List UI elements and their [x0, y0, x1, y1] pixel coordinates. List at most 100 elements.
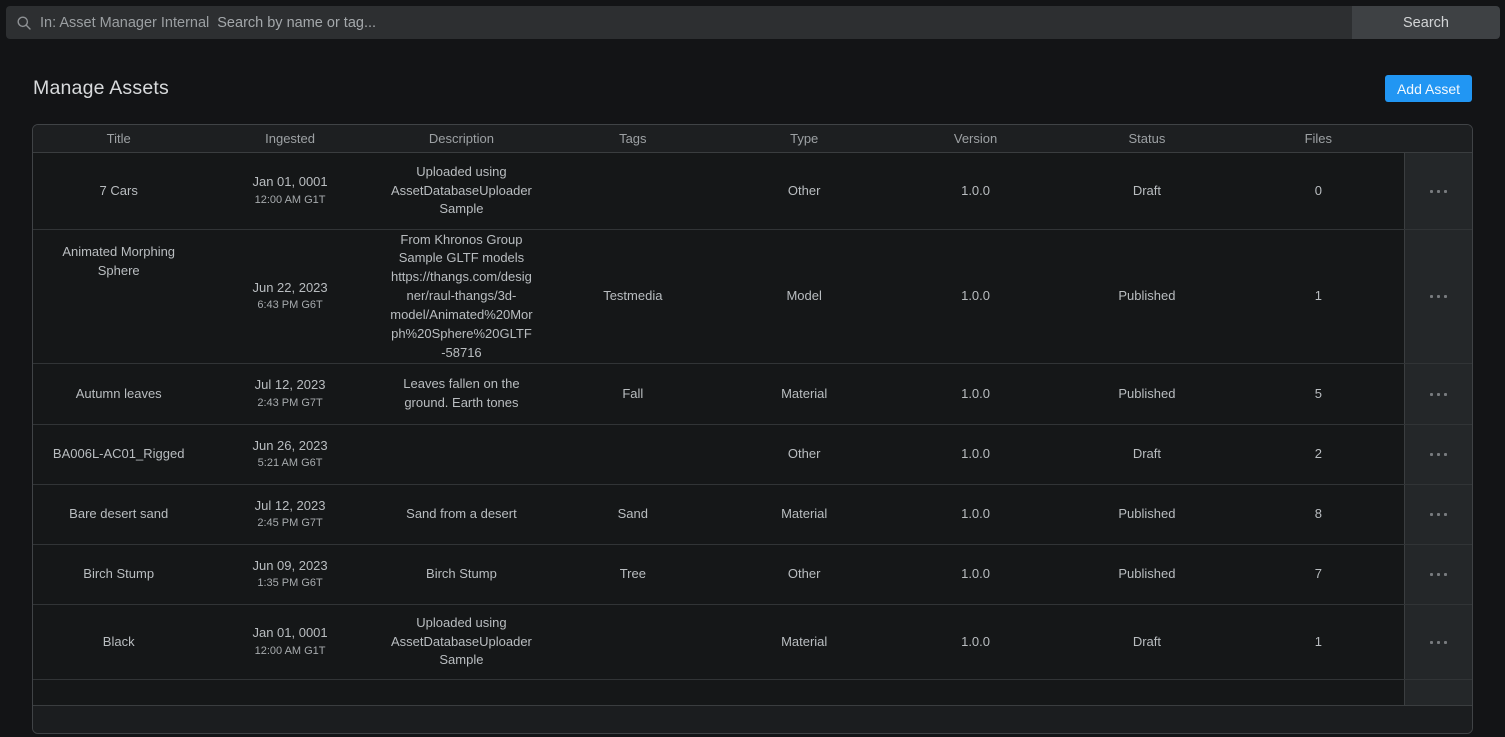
cell-ingested: Jun 22, 2023 6:43 PM G6T — [204, 230, 375, 363]
cell-files: 7 — [1233, 545, 1404, 604]
cell-type: Other — [719, 545, 890, 604]
table-body: 7 Cars Jan 01, 0001 12:00 AM G1T Uploade… — [33, 153, 1472, 705]
cell-ingested: Jul 12, 2023 2:45 PM G7T — [204, 485, 375, 544]
column-header: Ingested — [204, 125, 375, 152]
table-row[interactable]: Black Jan 01, 0001 12:00 AM G1T Uploaded… — [33, 605, 1472, 680]
cell-type: Material — [719, 605, 890, 679]
row-actions-button[interactable] — [1405, 230, 1472, 363]
cell-version — [890, 680, 1061, 705]
ingested-date: Jan 01, 0001 — [252, 624, 327, 643]
cell-title: Bare desert sand — [33, 485, 204, 544]
search-icon — [16, 15, 32, 31]
cell-type: Model — [719, 230, 890, 363]
cell-actions — [1404, 230, 1472, 363]
cell-files: 1 — [1233, 230, 1404, 363]
cell-ingested — [204, 680, 375, 705]
ingested-time: 2:45 PM G7T — [257, 516, 322, 532]
ingested-time: 6:43 PM G6T — [257, 298, 322, 314]
cell-status: Draft — [1061, 425, 1232, 484]
table-row[interactable]: Animated Morphing Sphere Jun 22, 2023 6:… — [33, 230, 1472, 364]
cell-tags — [547, 605, 718, 679]
column-header: Description — [376, 125, 547, 152]
cell-version: 1.0.0 — [890, 605, 1061, 679]
cell-title: Birch Stump — [33, 545, 204, 604]
table-row[interactable]: Uploaded using — [33, 680, 1472, 705]
table-footer — [33, 705, 1472, 733]
cell-description: Uploaded using AssetDatabaseUploaderSamp… — [376, 153, 547, 229]
cell-description: Uploaded using — [376, 680, 547, 705]
cell-title — [33, 680, 204, 705]
cell-actions — [1404, 153, 1472, 229]
table-row[interactable]: BA006L-AC01_Rigged Jun 26, 2023 5:21 AM … — [33, 425, 1472, 485]
search-box[interactable]: In: Asset Manager Internal — [6, 6, 1352, 39]
cell-tags — [547, 680, 718, 705]
column-header: Title — [33, 125, 204, 152]
cell-status: Published — [1061, 364, 1232, 424]
ellipsis-icon — [1430, 453, 1447, 456]
cell-tags: Tree — [547, 545, 718, 604]
cell-version: 1.0.0 — [890, 425, 1061, 484]
cell-title: BA006L-AC01_Rigged — [33, 425, 204, 484]
cell-ingested: Jun 09, 2023 1:35 PM G6T — [204, 545, 375, 604]
cell-actions — [1404, 364, 1472, 424]
cell-description: Uploaded using AssetDatabaseUploaderSamp… — [376, 605, 547, 679]
cell-title: Animated Morphing Sphere — [33, 230, 204, 363]
cell-description: Birch Stump — [376, 545, 547, 604]
cell-type: Other — [719, 425, 890, 484]
cell-version: 1.0.0 — [890, 153, 1061, 229]
column-header: Type — [719, 125, 890, 152]
row-actions-button[interactable] — [1405, 545, 1472, 604]
table-row[interactable]: 7 Cars Jan 01, 0001 12:00 AM G1T Uploade… — [33, 153, 1472, 230]
column-header: Version — [890, 125, 1061, 152]
cell-type: Other — [719, 153, 890, 229]
page-header: Manage Assets Add Asset — [0, 75, 1505, 102]
assets-table: Title Ingested Description Tags Type Ver… — [32, 124, 1473, 734]
search-button[interactable]: Search — [1352, 6, 1500, 39]
cell-version: 1.0.0 — [890, 364, 1061, 424]
cell-files: 8 — [1233, 485, 1404, 544]
ingested-date: Jun 09, 2023 — [252, 557, 327, 576]
cell-files: 5 — [1233, 364, 1404, 424]
row-actions-button[interactable] — [1405, 364, 1472, 424]
cell-tags: Fall — [547, 364, 718, 424]
row-actions-button[interactable] — [1405, 153, 1472, 229]
row-actions-button[interactable] — [1405, 605, 1472, 679]
page-title: Manage Assets — [33, 77, 169, 100]
row-actions-button[interactable] — [1405, 425, 1472, 484]
table-row[interactable]: Birch Stump Jun 09, 2023 1:35 PM G6T Bir… — [33, 545, 1472, 605]
ingested-date: Jan 01, 0001 — [252, 173, 327, 192]
cell-title: Autumn leaves — [33, 364, 204, 424]
cell-actions — [1404, 425, 1472, 484]
cell-version: 1.0.0 — [890, 230, 1061, 363]
table-row[interactable]: Autumn leaves Jul 12, 2023 2:43 PM G7T L… — [33, 364, 1472, 425]
ingested-date: Jun 26, 2023 — [252, 437, 327, 456]
ingested-date: Jul 12, 2023 — [255, 376, 326, 395]
cell-title: Black — [33, 605, 204, 679]
cell-type — [719, 680, 890, 705]
cell-description: Leaves fallen on the ground. Earth tones — [376, 364, 547, 424]
ingested-time: 2:43 PM G7T — [257, 396, 322, 412]
ellipsis-icon — [1430, 190, 1447, 193]
ellipsis-icon — [1430, 393, 1447, 396]
table-row[interactable]: Bare desert sand Jul 12, 2023 2:45 PM G7… — [33, 485, 1472, 545]
add-asset-button[interactable]: Add Asset — [1385, 75, 1472, 102]
cell-actions — [1404, 485, 1472, 544]
cell-ingested: Jun 26, 2023 5:21 AM G6T — [204, 425, 375, 484]
cell-tags: Sand — [547, 485, 718, 544]
ingested-date: Jun 22, 2023 — [252, 279, 327, 298]
search-input[interactable] — [217, 15, 1342, 31]
cell-status: Draft — [1061, 153, 1232, 229]
ingested-date: Jul 12, 2023 — [255, 497, 326, 516]
cell-tags — [547, 425, 718, 484]
column-header: Status — [1061, 125, 1232, 152]
cell-tags — [547, 153, 718, 229]
cell-ingested: Jan 01, 0001 12:00 AM G1T — [204, 153, 375, 229]
cell-ingested: Jul 12, 2023 2:43 PM G7T — [204, 364, 375, 424]
row-actions-button[interactable] — [1405, 485, 1472, 544]
column-header: Files — [1233, 125, 1404, 152]
search-scope-label: In: Asset Manager Internal — [40, 15, 209, 31]
ingested-time: 5:21 AM G6T — [258, 456, 323, 472]
cell-status: Published — [1061, 545, 1232, 604]
ellipsis-icon — [1430, 295, 1447, 298]
row-actions-button[interactable] — [1405, 680, 1472, 705]
